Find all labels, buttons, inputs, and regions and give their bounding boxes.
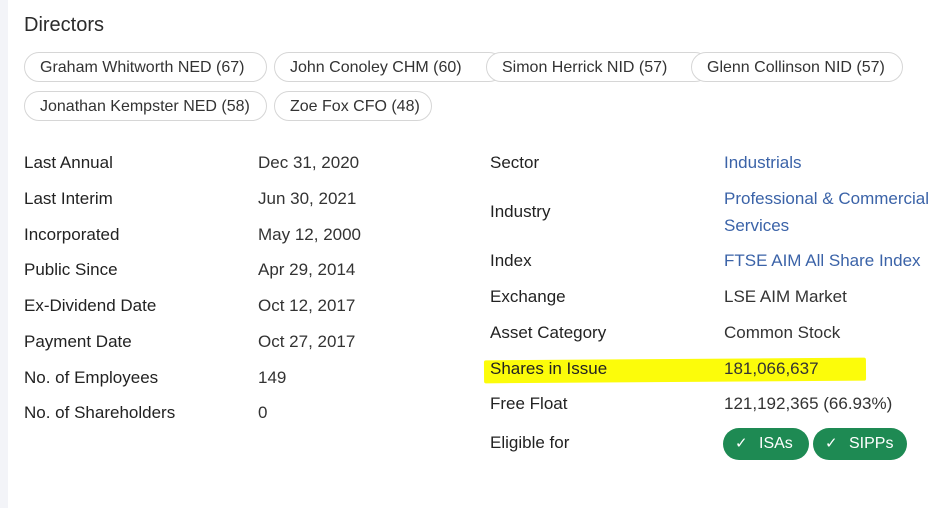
asset-category-label: Asset Category	[490, 323, 607, 342]
public-since-value: Apr 29, 2014	[258, 260, 356, 279]
eligible-for-label: Eligible for	[490, 433, 570, 452]
director-chip[interactable]: Zoe Fox CFO (48)	[274, 91, 432, 121]
sipp-badge[interactable]: ✓ SIPPs	[813, 428, 907, 460]
directors-title: Directors	[24, 14, 105, 36]
industry-label: Industry	[490, 202, 551, 221]
exchange-value: LSE AIM Market	[724, 287, 847, 306]
isa-badge[interactable]: ✓ ISAs	[723, 428, 809, 460]
incorporated-value: May 12, 2000	[258, 225, 362, 244]
free-float-label: Free Float	[490, 394, 568, 413]
shares-in-issue-label: Shares in Issue	[490, 359, 608, 378]
index-label: Index	[490, 251, 532, 270]
sipp-badge-label: SIPPs	[849, 435, 894, 452]
sector-label: Sector	[490, 153, 540, 172]
check-icon: ✓	[825, 435, 838, 452]
exchange-label: Exchange	[490, 287, 566, 306]
asset-category-value: Common Stock	[724, 323, 841, 342]
left-gutter	[0, 0, 8, 508]
last-annual-value: Dec 31, 2020	[258, 153, 360, 172]
last-annual-label: Last Annual	[24, 153, 113, 172]
payment-date-value: Oct 27, 2017	[258, 332, 356, 351]
free-float-value: 121,192,365 (66.93%)	[724, 394, 893, 413]
public-since-label: Public Since	[24, 260, 118, 279]
shareholders-label: No. of Shareholders	[24, 403, 176, 422]
sector-link[interactable]: Industrials	[724, 153, 801, 173]
index-link[interactable]: FTSE AIM All Share Index	[724, 251, 921, 271]
shareholders-value: 0	[258, 403, 268, 422]
payment-date-label: Payment Date	[24, 332, 132, 351]
director-chip[interactable]: Glenn Collinson NID (57)	[691, 52, 903, 82]
shares-in-issue-value: 181,066,637	[724, 359, 819, 378]
ex-dividend-value: Oct 12, 2017	[258, 296, 356, 315]
director-chip[interactable]: Graham Whitworth NED (67)	[24, 52, 267, 82]
director-chip[interactable]: Jonathan Kempster NED (58)	[24, 91, 267, 121]
incorporated-label: Incorporated	[24, 225, 120, 244]
last-interim-value: Jun 30, 2021	[258, 189, 357, 208]
employees-label: No. of Employees	[24, 368, 159, 387]
industry-link-line2[interactable]: Services	[724, 216, 789, 236]
isa-badge-label: ISAs	[759, 435, 793, 452]
employees-value: 149	[258, 368, 287, 387]
director-chip[interactable]: John Conoley CHM (60)	[274, 52, 504, 82]
last-interim-label: Last Interim	[24, 189, 113, 208]
industry-link-line1[interactable]: Professional & Commercial	[724, 189, 929, 209]
check-icon: ✓	[735, 435, 748, 452]
ex-dividend-label: Ex-Dividend Date	[24, 296, 157, 315]
director-chip[interactable]: Simon Herrick NID (57)	[486, 52, 710, 82]
